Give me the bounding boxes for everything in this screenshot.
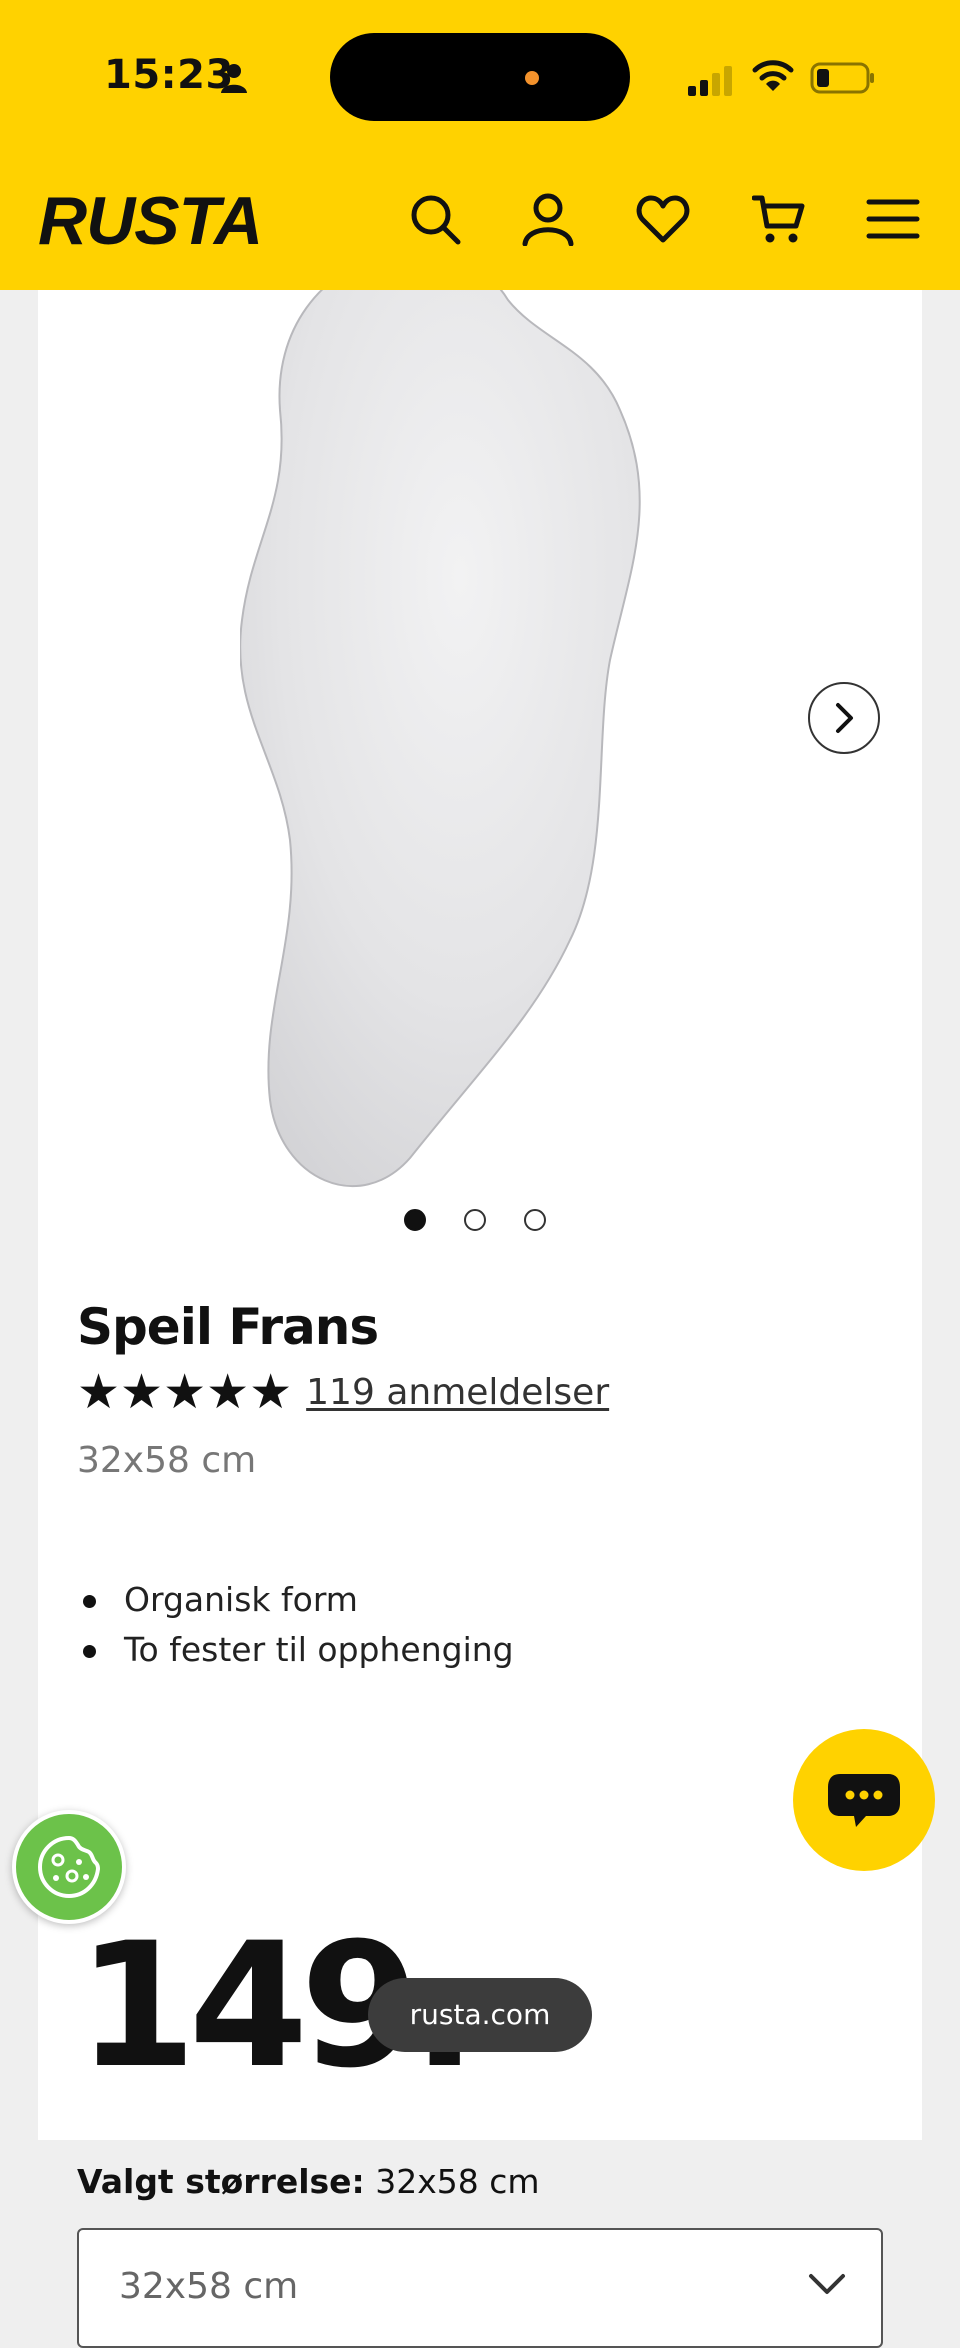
site-header: 15:23 RUSTA <box>0 0 960 290</box>
product-rating: ★★★★★ 119 anmeldelser <box>77 1368 609 1416</box>
cart-icon[interactable] <box>751 192 806 246</box>
chevron-down-icon <box>809 2274 845 2294</box>
wifi-icon <box>752 60 794 91</box>
selected-size-caption: Valgt størrelse: <box>77 2162 365 2201</box>
cookie-icon <box>37 1835 101 1899</box>
product-card: Speil Frans ★★★★★ 119 anmeldelser 32x58 … <box>38 240 922 2348</box>
dynamic-island <box>330 33 630 121</box>
heart-icon[interactable] <box>636 192 690 246</box>
gallery-pagination <box>404 1209 546 1231</box>
size-dropdown[interactable]: 32x58 cm <box>77 2228 883 2348</box>
list-item: To fester til opphenging <box>77 1625 514 1675</box>
chat-bubble-icon <box>828 1774 900 1827</box>
rating-stars: ★★★★★ <box>77 1364 293 1420</box>
pagination-dot[interactable] <box>524 1209 546 1231</box>
product-title: Speil Frans <box>77 1298 379 1356</box>
signal-icon <box>688 66 732 96</box>
feature-list: Organisk form To fester til opphenging <box>77 1575 514 1675</box>
menu-icon[interactable] <box>866 192 920 246</box>
pagination-dot[interactable] <box>464 1209 486 1231</box>
chat-button[interactable] <box>793 1729 935 1871</box>
rusta-logo[interactable]: RUSTA <box>38 182 263 260</box>
search-icon[interactable] <box>408 192 462 246</box>
camera-indicator-icon <box>525 71 539 85</box>
cookie-settings-button[interactable] <box>12 1810 126 1924</box>
account-icon[interactable] <box>521 192 575 247</box>
status-time: 15:23 <box>104 52 234 98</box>
product-size: 32x58 cm <box>77 1440 257 1481</box>
next-image-button[interactable] <box>808 682 880 754</box>
battery-icon <box>810 62 874 94</box>
product-image[interactable] <box>240 240 760 1190</box>
size-dropdown-value: 32x58 cm <box>119 2266 299 2307</box>
list-item: Organisk form <box>77 1575 514 1625</box>
chevron-right-icon <box>836 703 853 733</box>
reviews-link[interactable]: 119 anmeldelser <box>306 1372 609 1413</box>
person-icon <box>221 64 247 93</box>
url-bar[interactable]: rusta.com <box>368 1978 592 2052</box>
selected-size-value: 32x58 cm <box>375 2162 540 2201</box>
pagination-dot[interactable] <box>404 1209 426 1231</box>
selected-size-label: Valgt størrelse: 32x58 cm <box>77 2162 540 2201</box>
